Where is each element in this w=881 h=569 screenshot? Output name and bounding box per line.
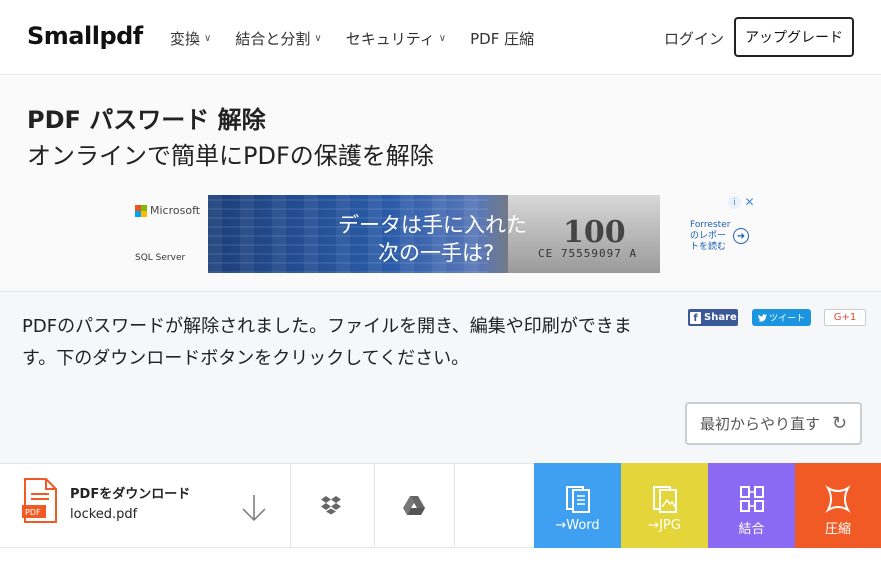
- twitter-share-label: ツイート: [768, 314, 805, 324]
- download-arrow-icon[interactable]: [240, 493, 268, 523]
- ad-brand: Microsoft: [150, 204, 201, 217]
- smallpdf-logo[interactable]: Smallpdf: [27, 22, 143, 50]
- ad-product: SQL Server: [135, 253, 186, 263]
- ad-bill-value: 100: [563, 215, 626, 250]
- chevron-down-icon: ∨: [314, 33, 322, 44]
- nav-convert-label: 変換: [170, 30, 201, 48]
- chevron-down-icon: ∨: [204, 33, 212, 44]
- page-title: PDF パスワード 解除: [27, 106, 266, 134]
- nav-compress[interactable]: PDF 圧縮: [470, 28, 534, 49]
- merge-icon: [739, 486, 764, 512]
- facebook-icon: f: [690, 311, 701, 324]
- main-nav: 変換 ∨ 結合と分割 ∨ セキュリティ ∨ PDF 圧縮: [170, 28, 558, 49]
- download-title[interactable]: PDFをダウンロード: [70, 483, 190, 502]
- tile-jpg-label: →JPG: [648, 518, 681, 533]
- compress-icon: [825, 485, 851, 513]
- word-document-icon: [565, 486, 590, 513]
- close-icon[interactable]: ✕: [743, 195, 756, 209]
- tile-merge-label: 結合: [738, 522, 765, 537]
- chevron-down-icon: ∨: [438, 33, 447, 44]
- google-drive-icon[interactable]: [403, 496, 425, 515]
- pdf-file-icon: PDF: [22, 478, 57, 523]
- microsoft-squares-icon: [135, 204, 147, 217]
- file-name: locked.pdf: [70, 507, 138, 522]
- nav-convert[interactable]: 変換 ∨: [170, 28, 211, 49]
- facebook-share-button[interactable]: f Share: [688, 309, 738, 326]
- twitter-share-button[interactable]: ツイート: [752, 309, 811, 326]
- tile-compress-label: 圧縮: [824, 522, 851, 537]
- ad-headline-1: データは手に入れた: [338, 213, 527, 237]
- twitter-bird-icon: [757, 313, 767, 322]
- nav-merge-split-label: 結合と分割: [235, 30, 311, 48]
- merge-tile[interactable]: 結合: [708, 463, 795, 548]
- ad-banner-image[interactable]: 100 CE 75559097 A データは手に入れた 次の一手は?: [208, 195, 660, 273]
- tile-word-label: →Word: [555, 518, 600, 533]
- facebook-share-label: Share: [704, 312, 737, 323]
- info-icon[interactable]: i: [728, 196, 741, 209]
- restart-label: 最初からやり直す: [699, 416, 820, 433]
- convert-to-jpg-tile[interactable]: →JPG: [621, 463, 708, 548]
- google-plus-button[interactable]: G+1: [824, 309, 866, 326]
- top-header: Smallpdf 変換 ∨ 結合と分割 ∨ セキュリティ ∨ PDF 圧縮 ログ…: [0, 0, 881, 75]
- dropbox-icon[interactable]: [320, 496, 342, 516]
- advertisement[interactable]: Microsoft SQL Server 100 CE 75559097 A デ…: [125, 195, 760, 273]
- upgrade-button[interactable]: アップグレード: [734, 17, 854, 57]
- nav-merge-split[interactable]: 結合と分割 ∨: [235, 28, 321, 49]
- success-message: PDFのパスワードが解除されました。ファイルを開き、編集や印刷ができます。下のダ…: [22, 316, 632, 369]
- login-link[interactable]: ログイン: [664, 28, 724, 49]
- page-subtitle: オンラインで簡単にPDFの保護を解除: [27, 142, 434, 170]
- convert-to-word-tile[interactable]: →Word: [534, 463, 621, 548]
- nav-security-label: セキュリティ: [345, 30, 435, 48]
- compress-tile[interactable]: 圧縮: [795, 463, 881, 548]
- jpg-image-icon: [652, 486, 677, 513]
- refresh-icon: ↻: [831, 413, 848, 433]
- ad-headline-2: 次の一手は?: [378, 241, 495, 265]
- ad-bill-serial: CE 75559097 A: [538, 247, 638, 260]
- nav-security[interactable]: セキュリティ ∨: [346, 28, 446, 49]
- arrow-right-circle-icon[interactable]: ➜: [733, 228, 749, 244]
- microsoft-logo: Microsoft: [135, 204, 200, 217]
- restart-button[interactable]: 最初からやり直す ↻: [685, 402, 862, 445]
- nav-compress-label: PDF 圧縮: [470, 30, 535, 48]
- pdf-badge: PDF: [25, 508, 41, 517]
